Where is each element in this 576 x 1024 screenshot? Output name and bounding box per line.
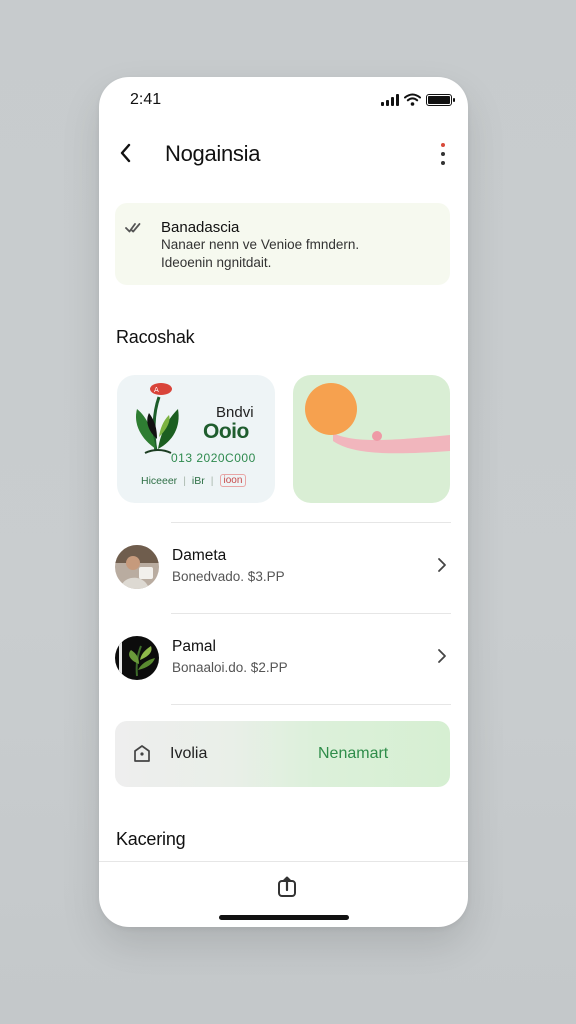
avatar: [115, 636, 159, 680]
banner-title: Banadascia: [161, 219, 240, 236]
status-bar: 2:41: [99, 77, 468, 127]
phone-screen: 2:41 Nogainsia Banadascia Nanaer nenn ve…: [99, 77, 468, 927]
divider: [171, 704, 451, 705]
list-item-subtitle: Bonaaloi.do. $2.PP: [172, 660, 288, 675]
chevron-right-icon: [438, 558, 446, 572]
status-time: 2:41: [130, 91, 162, 108]
section-title-bottom: Kacering: [116, 829, 186, 849]
avatar: [115, 545, 159, 589]
list-item-name: Pamal: [172, 638, 216, 655]
double-check-icon: [125, 223, 141, 233]
abstract-illustration: [305, 383, 450, 454]
action-bar[interactable]: Ivolia Nenamart: [115, 721, 450, 787]
action-cta-button[interactable]: Nenamart: [318, 745, 388, 763]
battery-icon: [426, 93, 455, 106]
card-meta: Hiceeer | iBr | ioon: [141, 474, 247, 487]
list-item[interactable]: Pamal Bonaaloi.do. $2.PP: [99, 623, 468, 693]
more-vertical-icon-dot: [441, 152, 445, 156]
section-title-recommended: Racoshak: [116, 327, 195, 347]
card-code: 013 2020C000: [171, 451, 256, 465]
banner-text-line: Ideoenin ngnitdait.: [161, 255, 272, 270]
card-brand-name: Bndvi: [216, 404, 254, 421]
svg-text:A: A: [154, 386, 159, 394]
page-title: Nogainsia: [165, 141, 261, 166]
card-meta-item: Hiceeer: [141, 474, 178, 487]
info-banner: Banadascia Nanaer nenn ve Venioe fmndern…: [115, 203, 450, 285]
tag-icon: [134, 745, 150, 762]
meta-separator: |: [210, 474, 214, 487]
card-meta-tag: ioon: [219, 474, 247, 487]
divider: [171, 613, 451, 614]
more-vertical-icon-dot: [441, 161, 445, 165]
list-item-name: Dameta: [172, 547, 227, 564]
divider: [171, 522, 451, 523]
chevron-right-icon: [438, 649, 446, 663]
more-vertical-icon-dot: [441, 143, 445, 147]
list-item[interactable]: Dameta Bonedvado. $3.PP: [99, 532, 468, 602]
action-label: Ivolia: [170, 745, 208, 762]
divider: [99, 861, 468, 862]
status-icons: [381, 93, 455, 106]
meta-separator: |: [183, 474, 186, 487]
wifi-icon: [404, 93, 421, 106]
product-card[interactable]: A Bndvi Ooio 013 2020C000 Hiceeer | iBr …: [117, 375, 275, 503]
card-brand-subname: Ooio: [203, 420, 249, 443]
chevron-left-icon: [120, 143, 131, 163]
promo-card[interactable]: [293, 375, 450, 503]
back-button[interactable]: [113, 139, 137, 167]
more-options-button[interactable]: [436, 141, 450, 167]
card-meta-item: iBr: [191, 474, 205, 487]
home-indicator[interactable]: [219, 915, 349, 920]
list-item-subtitle: Bonedvado. $3.PP: [172, 569, 285, 584]
signal-icon: [381, 93, 399, 106]
banner-text-line: Nanaer nenn ve Venioe fmndern.: [161, 237, 360, 252]
share-icon[interactable]: [276, 876, 298, 898]
app-header: Nogainsia: [99, 133, 468, 177]
